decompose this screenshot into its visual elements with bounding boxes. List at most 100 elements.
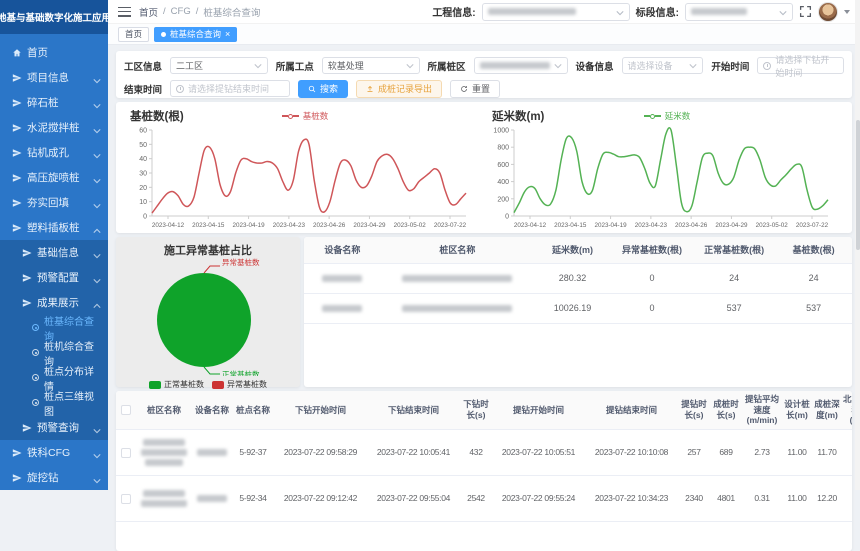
avatar[interactable]	[818, 2, 838, 22]
chevron-down-icon	[93, 250, 101, 256]
charts-panel: 基桩数(根) 基桩数 01020304050602023-04-122023-0…	[116, 102, 852, 233]
chevron-down-icon	[254, 61, 262, 71]
breadcrumb-current: 桩基综合查询	[203, 5, 260, 19]
sidebar-item-label: 基础信息	[37, 245, 79, 260]
filter-label-work-point: 所属工点	[276, 59, 314, 73]
chevron-down-icon	[93, 75, 101, 81]
sidebar-item-alert-config[interactable]: 预警配置	[0, 265, 108, 290]
svg-text:2023-04-23: 2023-04-23	[273, 222, 306, 229]
radio-bullet-icon	[32, 349, 39, 356]
svg-text:2023-04-29: 2023-04-29	[353, 222, 386, 229]
table-row[interactable]: 10026.19 0 537 537	[304, 293, 852, 323]
sidebar-item-label: 旋挖钻	[27, 470, 59, 485]
sidebar-item-basic-info[interactable]: 基础信息	[0, 240, 108, 265]
cell-normal: 24	[693, 263, 775, 293]
pile-zone-select[interactable]	[474, 57, 568, 74]
send-icon	[12, 73, 22, 83]
sidebar-item-label: 成果展示	[37, 295, 79, 310]
column-header: 设备名称	[192, 391, 232, 429]
cell-lift-duration: 2340	[678, 475, 710, 521]
device-select[interactable]: 请选择设备	[622, 57, 704, 74]
cell-zone-name	[381, 263, 534, 293]
project-select[interactable]	[482, 3, 630, 21]
sidebar-item-point-distribution[interactable]: 桩点分布详情	[0, 365, 108, 390]
send-icon	[12, 223, 22, 233]
sidebar-item-label: 铁科CFG	[27, 445, 70, 460]
work-point-select[interactable]: 软基处理	[322, 57, 420, 74]
close-icon[interactable]: ×	[225, 30, 230, 39]
column-header: 桩点名称	[232, 391, 274, 429]
start-time-input[interactable]: 请选择下钻开始时间	[757, 57, 844, 74]
svg-text:2023-04-19: 2023-04-19	[232, 222, 265, 229]
menu-toggle-icon[interactable]	[118, 7, 131, 17]
work-area-select[interactable]: 二工区	[170, 57, 268, 74]
sidebar-item-tieke-cfg[interactable]: 铁科CFG	[0, 440, 108, 465]
cell-device-name	[192, 429, 232, 475]
filter-label-device: 设备信息	[576, 59, 614, 73]
cell-pile-duration: 4801	[710, 475, 742, 521]
sidebar-item-pile-query[interactable]: 桩基综合查询	[0, 315, 108, 340]
column-header: 设计桩长(m)	[782, 391, 812, 429]
cell-drill-start: 2023-07-22 09:12:42	[274, 475, 367, 521]
scrollbar-thumb[interactable]	[856, 120, 860, 250]
red-swatch-icon	[212, 381, 224, 389]
input-placeholder: 请选择提钻结束时间	[188, 82, 269, 95]
sidebar-item-label: 水泥搅拌桩	[27, 120, 80, 135]
project-info-label: 工程信息:	[432, 4, 475, 19]
sidebar-item-label: 首页	[27, 45, 48, 60]
tab-pile-query[interactable]: 桩基综合查询 ×	[154, 27, 237, 42]
sidebar-item-point-3d-view[interactable]: 桩点三维视图	[0, 390, 108, 415]
cell-point-name: 5-92-37	[232, 429, 274, 475]
sidebar-item-cement-pile[interactable]: 水泥搅拌桩	[0, 115, 108, 140]
svg-text:400: 400	[497, 179, 509, 186]
sidebar-item-drill-hole[interactable]: 钻机成孔	[0, 140, 108, 165]
chevron-down-icon	[93, 150, 101, 156]
breadcrumb-home[interactable]: 首页	[139, 5, 158, 19]
user-menu-caret-icon[interactable]	[844, 10, 850, 14]
sidebar-item-rotary-drill[interactable]: 旋挖钻	[0, 465, 108, 490]
cell-zone-name	[136, 429, 192, 475]
sidebar-item-plastic-plate-pile[interactable]: 塑料插板桩	[0, 215, 108, 240]
section-select[interactable]	[685, 3, 793, 21]
row-checkbox[interactable]	[121, 494, 131, 504]
reset-button[interactable]: 重置	[450, 80, 500, 98]
cell-north-offset: 39	[842, 429, 852, 475]
sidebar-item-results[interactable]: 成果展示	[0, 290, 108, 315]
table-row[interactable]: 5-92-37 2023-07-22 09:58:29 2023-07-22 1…	[116, 429, 852, 475]
sidebar-item-alert-query[interactable]: 预警查询	[0, 415, 108, 440]
abnormal-ratio-panel: 施工异常基桩占比 异常基桩数正常基桩数 正常基桩数 异常基桩数	[116, 237, 300, 387]
sidebar-item-home[interactable]: 首页	[0, 40, 108, 65]
filter-label-work-area: 工区信息	[124, 59, 162, 73]
export-button[interactable]: 成桩记录导出	[356, 80, 442, 98]
legend-item-normal[interactable]: 正常基桩数	[149, 379, 204, 390]
column-header: 提钻平均速度(m/min)	[742, 391, 782, 429]
vertical-scrollbar[interactable]	[855, 0, 860, 490]
redacted-value	[488, 8, 576, 15]
sidebar-item-gravel-pile[interactable]: 碎石桩	[0, 90, 108, 115]
sidebar-item-project-info[interactable]: 项目信息	[0, 65, 108, 90]
column-header: 设备名称	[304, 237, 381, 263]
cell-avg-speed: 2.73	[742, 429, 782, 475]
cell-depth: 11.70	[812, 429, 842, 475]
table-row[interactable]: 280.32 0 24 24	[304, 263, 852, 293]
sidebar-item-jet-grouting[interactable]: 高压旋喷桩	[0, 165, 108, 190]
send-icon	[12, 198, 22, 208]
column-header: 桩区名称	[136, 391, 192, 429]
sidebar-item-machine-query[interactable]: 桩机综合查询	[0, 340, 108, 365]
svg-text:2023-04-15: 2023-04-15	[554, 222, 587, 229]
column-header: 成桩深度(m)	[812, 391, 842, 429]
sidebar-item-backfill[interactable]: 夯实回填	[0, 190, 108, 215]
legend-item-abnormal[interactable]: 异常基桩数	[212, 379, 267, 390]
fullscreen-icon[interactable]	[799, 5, 812, 18]
cell-select	[116, 429, 136, 475]
chevron-down-icon	[93, 200, 101, 206]
table-row[interactable]: 5-92-34 2023-07-22 09:12:42 2023-07-22 0…	[116, 475, 852, 521]
row-checkbox[interactable]	[121, 448, 131, 458]
search-button[interactable]: 搜索	[298, 80, 348, 98]
svg-text:60: 60	[139, 128, 147, 135]
breadcrumb-cfg[interactable]: CFG	[171, 6, 191, 17]
tab-home[interactable]: 首页	[118, 27, 149, 42]
cell-device-name	[304, 293, 381, 323]
end-time-input[interactable]: 请选择提钻结束时间	[170, 80, 290, 97]
select-all-checkbox[interactable]	[121, 405, 131, 415]
